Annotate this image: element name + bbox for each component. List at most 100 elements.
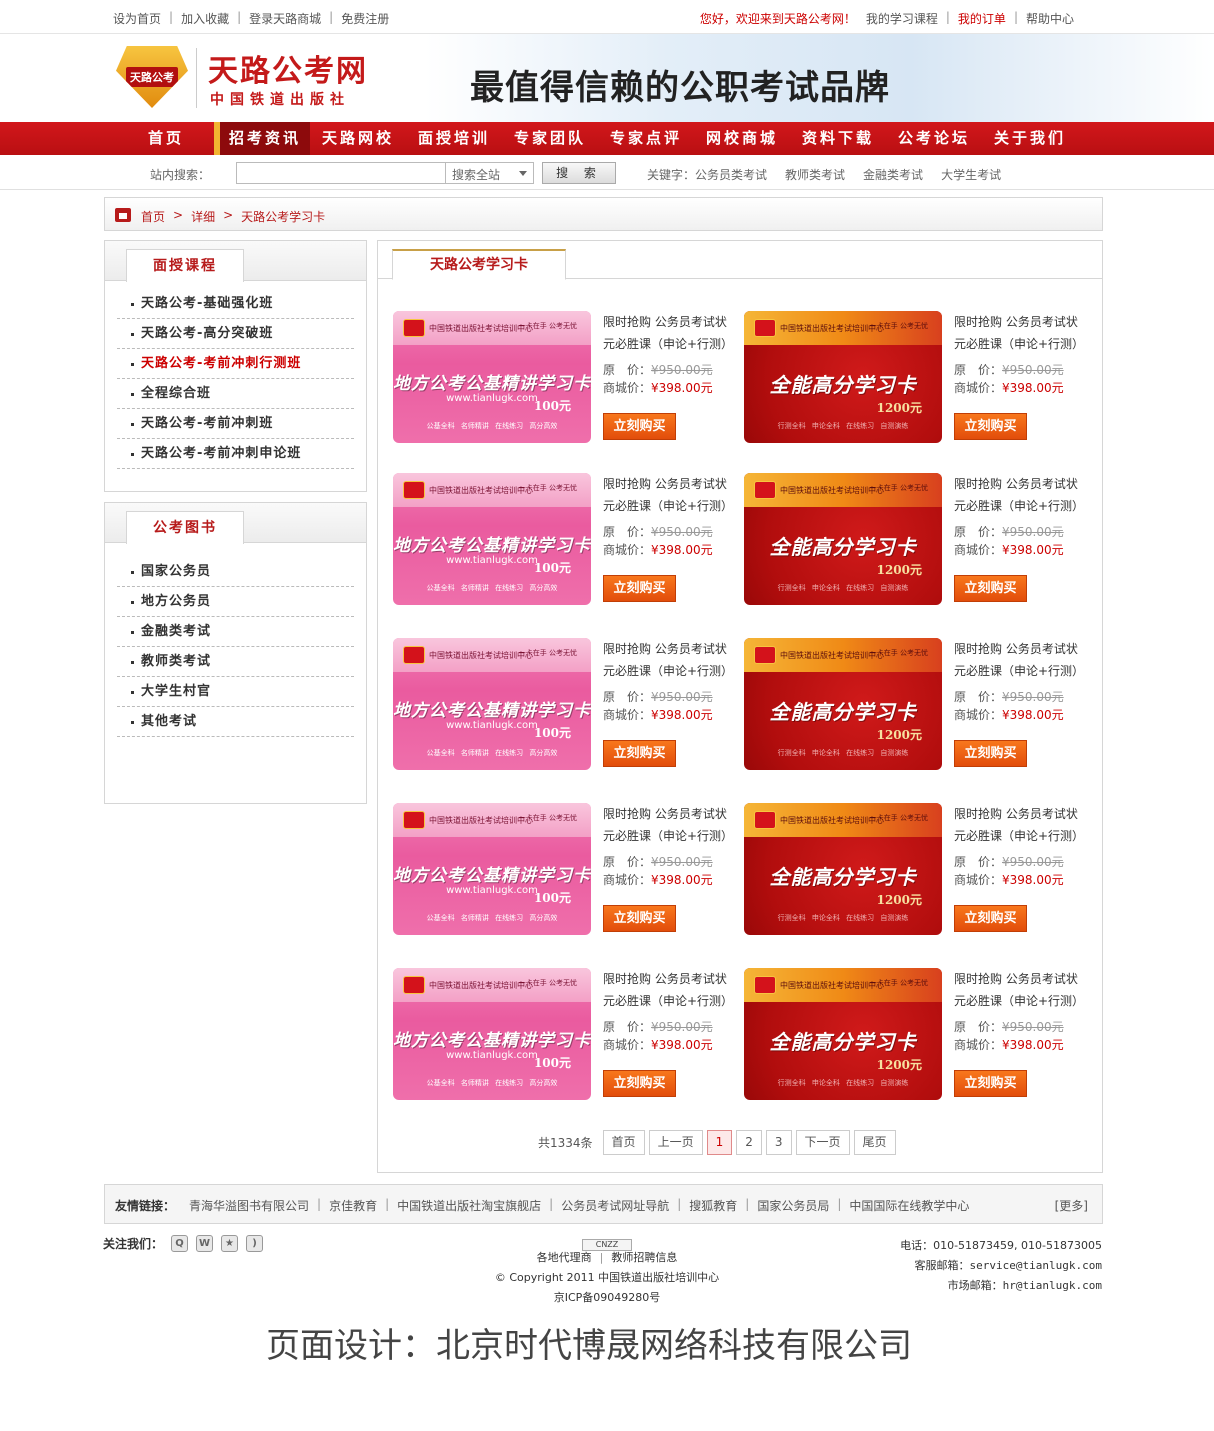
card-amount: 100元 (533, 1056, 571, 1070)
sidebar-book-item[interactable]: 教师类考试 (117, 647, 354, 677)
study-card-image[interactable]: 中国铁道出版社考试培训中心 一卡在手 公考无忧 全能高分学习卡 1200元 行测… (744, 968, 942, 1100)
site-logo[interactable]: 天路公考 (116, 46, 188, 108)
study-card-image[interactable]: 中国铁道出版社考试培训中心 一卡在手 公考无忧 地方公考公基精讲学习卡 www.… (393, 968, 591, 1100)
buy-now-button[interactable]: 立刻购买 (603, 575, 676, 602)
add-favorite-link[interactable]: 加入收藏 (181, 10, 229, 27)
mall-price: 商城价：¥398.00元 (954, 708, 1064, 722)
study-card-image[interactable]: 中国铁道出版社考试培训中心 一卡在手 公考无忧 全能高分学习卡 1200元 行测… (744, 311, 942, 443)
home-icon[interactable] (115, 208, 131, 222)
my-orders-link[interactable]: 我的订单 (958, 10, 1006, 27)
pager-page[interactable]: 3 (765, 1130, 792, 1155)
sidebar-book-item[interactable]: 大学生村官 (117, 677, 354, 707)
keyword-link[interactable]: 教师类考试 (785, 166, 845, 183)
nav-mall[interactable]: 网校商城 (694, 122, 790, 155)
product-title[interactable]: 限时抢购 公务员考试状元必胜课（申论+行测） (603, 803, 738, 847)
buy-now-button[interactable]: 立刻购买 (954, 740, 1027, 767)
sidebar-book-item[interactable]: 金融类考试 (117, 617, 354, 647)
sidebar-course-item[interactable]: 天路公考-考前冲刺行测班 (117, 349, 354, 379)
original-price: 原 价：¥950.00元 (603, 1020, 713, 1034)
sidebar-book-item[interactable]: 地方公务员 (117, 587, 354, 617)
nav-online-school[interactable]: 天路网校 (310, 122, 406, 155)
nav-downloads[interactable]: 资料下载 (790, 122, 886, 155)
footer-agents-link[interactable]: 各地代理商 (537, 1251, 592, 1264)
sidebar-books-title: 公考图书 (126, 511, 244, 544)
nav-training[interactable]: 面授培训 (406, 122, 502, 155)
product-title[interactable]: 限时抢购 公务员考试状元必胜课（申论+行测） (954, 968, 1089, 1012)
product-title[interactable]: 限时抢购 公务员考试状元必胜课（申论+行测） (954, 311, 1089, 355)
search-input[interactable] (236, 162, 446, 184)
pager-page[interactable]: 2 (736, 1130, 762, 1155)
friend-links-more[interactable]: [更多] (1055, 1197, 1088, 1214)
pager-next[interactable]: 下一页 (795, 1130, 850, 1155)
sidebar-course-item[interactable]: 天路公考-考前冲刺申论班 (117, 439, 354, 469)
buy-now-button[interactable]: 立刻购买 (954, 1070, 1027, 1097)
breadcrumb-detail[interactable]: 详细 (191, 208, 215, 225)
friend-link[interactable]: 京佳教育 (329, 1197, 377, 1214)
keyword-link[interactable]: 大学生考试 (941, 166, 1001, 183)
buy-now-button[interactable]: 立刻购买 (954, 905, 1027, 932)
sidebar-course-item[interactable]: 全程综合班 (117, 379, 354, 409)
product-title[interactable]: 限时抢购 公务员考试状元必胜课（申论+行测） (954, 473, 1089, 517)
study-card-image[interactable]: 中国铁道出版社考试培训中心 一卡在手 公考无忧 地方公考公基精讲学习卡 www.… (393, 311, 591, 443)
friend-link[interactable]: 国家公务员局 (757, 1197, 829, 1214)
help-center-link[interactable]: 帮助中心 (1026, 10, 1074, 27)
study-card-image[interactable]: 中国铁道出版社考试培训中心 一卡在手 公考无忧 全能高分学习卡 1200元 行测… (744, 473, 942, 605)
card-features: 公基全科 名师精讲 在线练习 高分高效 (426, 422, 558, 430)
search-scope-select[interactable]: 搜索全站 (446, 162, 534, 184)
buy-now-button[interactable]: 立刻购买 (954, 575, 1027, 602)
buy-now-button[interactable]: 立刻购买 (603, 1070, 676, 1097)
breadcrumb-home[interactable]: 首页 (141, 208, 165, 225)
nav-exam-news[interactable]: 招考资讯 (214, 122, 310, 155)
buy-now-button[interactable]: 立刻购买 (603, 413, 676, 440)
product-panel-tab[interactable]: 天路公考学习卡 (392, 249, 566, 280)
original-price: 原 价：¥950.00元 (954, 525, 1064, 539)
sidebar-book-item[interactable]: 其他考试 (117, 707, 354, 737)
nav-about[interactable]: 关于我们 (982, 122, 1078, 155)
study-card-image[interactable]: 中国铁道出版社考试培训中心 一卡在手 公考无忧 地方公考公基精讲学习卡 www.… (393, 638, 591, 770)
nav-expert-team[interactable]: 专家团队 (502, 122, 598, 155)
friend-link[interactable]: 搜狐教育 (689, 1197, 737, 1214)
product-item: 中国铁道出版社考试培训中心 一卡在手 公考无忧 全能高分学习卡 1200元 行测… (744, 473, 1084, 608)
card-amount: 1200元 (876, 728, 922, 742)
study-card-image[interactable]: 中国铁道出版社考试培训中心 一卡在手 公考无忧 地方公考公基精讲学习卡 www.… (393, 473, 591, 605)
friend-link[interactable]: 中国国际在线教学中心 (849, 1197, 969, 1214)
study-card-image[interactable]: 中国铁道出版社考试培训中心 一卡在手 公考无忧 地方公考公基精讲学习卡 www.… (393, 803, 591, 935)
product-title[interactable]: 限时抢购 公务员考试状元必胜课（申论+行测） (954, 638, 1089, 682)
pager-page-current[interactable]: 1 (706, 1130, 733, 1155)
my-courses-link[interactable]: 我的学习课程 (866, 10, 938, 27)
friend-link[interactable]: 公务员考试网址导航 (561, 1197, 669, 1214)
sidebar-book-item[interactable]: 国家公务员 (117, 557, 354, 587)
pager-prev[interactable]: 上一页 (648, 1130, 703, 1155)
buy-now-button[interactable]: 立刻购买 (954, 413, 1027, 440)
register-link[interactable]: 免费注册 (341, 10, 389, 27)
set-homepage-link[interactable]: 设为首页 (113, 10, 161, 27)
search-bar: 站内搜索： 搜索全站 搜 索 关键字： 公务员类考试 教师类考试 金融类考试 大… (0, 155, 1214, 190)
sidebar-course-item[interactable]: 天路公考-考前冲刺班 (117, 409, 354, 439)
sidebar-course-item[interactable]: 天路公考-基础强化班 (117, 289, 354, 319)
original-price: 原 价：¥950.00元 (603, 525, 713, 539)
card-features: 行测全科 申论全科 在线练习 自测演练 (777, 584, 909, 592)
product-title[interactable]: 限时抢购 公务员考试状元必胜课（申论+行测） (603, 638, 738, 682)
sidebar-course-item[interactable]: 天路公考-高分突破班 (117, 319, 354, 349)
study-card-image[interactable]: 中国铁道出版社考试培训中心 一卡在手 公考无忧 全能高分学习卡 1200元 行测… (744, 803, 942, 935)
pager-last[interactable]: 尾页 (853, 1130, 896, 1155)
search-button[interactable]: 搜 索 (542, 162, 616, 184)
nav-expert-review[interactable]: 专家点评 (598, 122, 694, 155)
keyword-link[interactable]: 金融类考试 (863, 166, 923, 183)
friend-link[interactable]: 中国铁道出版社淘宝旗舰店 (397, 1197, 541, 1214)
footer-jobs-link[interactable]: 教师招聘信息 (611, 1251, 677, 1264)
friend-link[interactable]: 青海华溢图书有限公司 (189, 1197, 309, 1214)
product-title[interactable]: 限时抢购 公务员考试状元必胜课（申论+行测） (954, 803, 1089, 847)
buy-now-button[interactable]: 立刻购买 (603, 740, 676, 767)
nav-forum[interactable]: 公考论坛 (886, 122, 982, 155)
pager-first[interactable]: 首页 (602, 1130, 645, 1155)
buy-now-button[interactable]: 立刻购买 (603, 905, 676, 932)
nav-home[interactable]: 首页 (118, 122, 214, 155)
product-title[interactable]: 限时抢购 公务员考试状元必胜课（申论+行测） (603, 473, 738, 517)
product-title[interactable]: 限时抢购 公务员考试状元必胜课（申论+行测） (603, 311, 738, 355)
keyword-link[interactable]: 公务员类考试 (695, 166, 767, 183)
login-mall-link[interactable]: 登录天路商城 (249, 10, 321, 27)
study-card-image[interactable]: 中国铁道出版社考试培训中心 一卡在手 公考无忧 全能高分学习卡 1200元 行测… (744, 638, 942, 770)
product-title[interactable]: 限时抢购 公务员考试状元必胜课（申论+行测） (603, 968, 738, 1012)
mall-price: 商城价：¥398.00元 (603, 543, 713, 557)
